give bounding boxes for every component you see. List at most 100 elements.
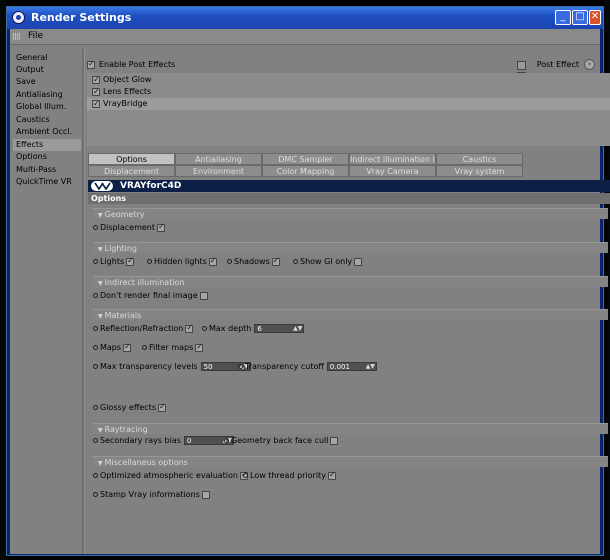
tab-dmc-sampler[interactable]: DMC Sampler [262,153,349,165]
dot-icon [93,438,98,443]
window-client: File General Output Save Antialiasing Gl… [10,29,610,554]
sidebar-item-output[interactable]: Output [13,64,81,76]
option-maps[interactable]: Maps [93,342,132,353]
menu-file[interactable]: File [28,31,43,41]
group-lighting[interactable]: ▼ Lighting [93,242,608,253]
reflection-refraction-checkbox[interactable] [185,323,194,333]
grip-icon[interactable] [13,33,21,40]
post-effect-icons [517,61,535,81]
option-reflection-refraction[interactable]: Reflection/Refraction [93,323,194,334]
spinner-icon[interactable]: ▲▼ [366,363,375,371]
option-lights[interactable]: Lights [93,256,135,267]
dot-icon [93,364,98,369]
vray-logo-icon [91,181,113,191]
tab-displacement[interactable]: Displacement [88,165,175,177]
option-max-depth: Max depth 6 ▲▼ [202,324,305,334]
option-dont-render-final[interactable]: Don't render final image [93,291,208,301]
sidebar-item-antialiasing[interactable]: Antialiasing [13,89,81,101]
sidebar-item-general[interactable]: General [13,52,81,64]
option-label: Max transparency levels [100,362,198,371]
dot-icon [142,345,147,350]
dont-render-final-checkbox[interactable] [199,291,208,300]
effect-label: Object Glow [103,75,152,84]
option-low-thread-priority[interactable]: Low thread priority [243,470,336,481]
option-label: Transparency cutoff [245,362,324,371]
group-indirect-illumination[interactable]: ▼ Indirect illumination [93,276,608,287]
hidden-lights-checkbox[interactable] [208,256,217,266]
post-effect-menu-button[interactable]: › [584,59,595,70]
option-label: Shadows [234,257,270,266]
tab-vray-camera[interactable]: Vray Camera [349,165,436,177]
enable-post-effects-label: Enable Post Effects [99,60,176,69]
group-geometry[interactable]: ▼ Geometry [93,208,608,219]
tab-options[interactable]: Options [88,153,175,165]
group-raytracing[interactable]: ▼ Raytracing [93,423,608,434]
transparency-cutoff-input[interactable]: 0.001 ▲▼ [326,362,377,371]
sidebar-divider[interactable] [82,49,85,554]
shadows-checkbox[interactable] [271,256,280,266]
filter-maps-checkbox[interactable] [195,342,204,352]
show-gi-only-checkbox[interactable] [354,257,363,266]
maps-checkbox[interactable] [123,342,132,352]
option-geometry-back-face-cull[interactable]: Geometry back face cull [224,436,339,446]
title-bar[interactable]: Render Settings _ □ ✕ [7,7,603,29]
option-glossy-effects[interactable]: Glossy effects [93,402,166,413]
option-displacement[interactable]: Displacement [93,222,165,233]
lock-icon[interactable] [517,61,526,70]
effect-item-vraybridge[interactable]: VrayBridge [87,98,610,110]
sidebar-item-options[interactable]: Options [13,151,81,163]
sidebar-item-save[interactable]: Save [13,76,81,88]
spinner-icon[interactable]: ▲▼ [293,325,302,333]
dot-icon [93,345,98,350]
effect-item-lens-effects[interactable]: Lens Effects [87,86,610,98]
glossy-effects-checkbox[interactable] [158,402,166,412]
lights-checkbox[interactable] [126,256,135,266]
maximize-button[interactable]: □ [572,10,588,25]
tab-caustics[interactable]: Caustics [436,153,523,165]
post-effect-menu-label[interactable]: Post Effect [537,60,579,69]
option-label: Maps [100,343,122,352]
geometry-back-face-cull-checkbox[interactable] [330,436,339,445]
group-materials[interactable]: ▼ Materials [93,309,608,320]
stamp-vray-checkbox[interactable] [201,490,210,499]
enable-post-effects-checkbox[interactable] [87,59,95,69]
minimize-button[interactable]: _ [555,10,571,25]
max-depth-input[interactable]: 6 ▲▼ [254,324,305,333]
tab-indirect-illumination[interactable]: Indirect illumination (GI) [349,153,436,165]
option-shadows[interactable]: Shadows [227,256,280,267]
sidebar-item-ambient-occl[interactable]: Ambient Occl. [13,126,81,138]
collapse-icon: ▼ [98,280,103,287]
option-hidden-lights[interactable]: Hidden lights [147,256,217,267]
collapse-icon: ▼ [98,427,103,434]
option-filter-maps[interactable]: Filter maps [142,342,204,353]
tab-color-mapping[interactable]: Color Mapping [262,165,349,177]
tab-vray-system[interactable]: Vray system [436,165,523,177]
group-title: Miscellaneus options [104,458,188,467]
sidebar-item-multi-pass[interactable]: Multi-Pass [13,164,81,176]
option-label: Reflection/Refraction [100,324,184,333]
dot-icon [93,259,98,264]
dot-icon [293,259,298,264]
collapse-icon: ▼ [98,212,103,219]
sidebar-item-quicktime-vr[interactable]: QuickTime VR [13,176,81,188]
option-optimized-atmospheric[interactable]: Optimized atmospheric evaluation [93,470,248,481]
sidebar-item-effects[interactable]: Effects [13,139,81,151]
collapse-icon: ▼ [98,460,103,467]
sidebar-item-global-illum[interactable]: Global Illum. [13,101,81,113]
transparency-cutoff-value: 0.001 [329,363,350,371]
effect-item-object-glow[interactable]: Object Glow [87,74,610,86]
effect-checkbox[interactable] [92,98,100,110]
low-thread-priority-checkbox[interactable] [327,470,336,480]
effect-checkbox[interactable] [92,86,100,98]
sidebar-item-caustics[interactable]: Caustics [13,114,81,126]
displacement-checkbox[interactable] [157,222,165,232]
close-button[interactable]: ✕ [589,10,601,25]
option-show-gi-only[interactable]: Show GI only [293,257,363,267]
group-miscellaneous[interactable]: ▼ Miscellaneus options [93,456,608,467]
effect-checkbox[interactable] [92,74,100,86]
dot-icon [93,293,98,298]
tab-environment[interactable]: Environment [175,165,262,177]
option-stamp-vray[interactable]: Stamp Vray informations [93,490,210,500]
option-label: Don't render final image [100,291,198,300]
tab-antialiasing[interactable]: Antialiasing [175,153,262,165]
